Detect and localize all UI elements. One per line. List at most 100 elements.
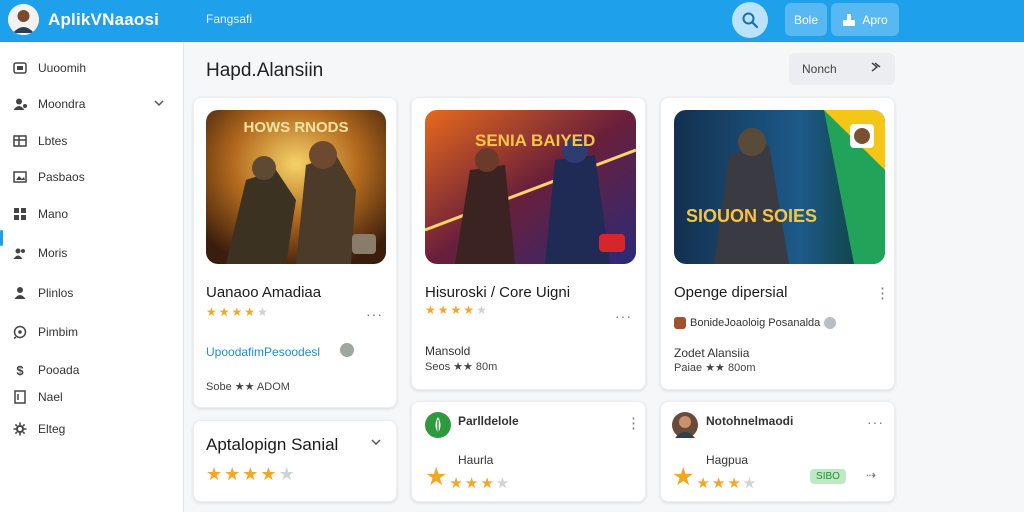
star-icon: ★ bbox=[727, 475, 741, 492]
people-icon bbox=[12, 245, 28, 261]
app-thumbnail[interactable]: SENIA BAIYED bbox=[425, 110, 636, 264]
sidebar-item-mano[interactable]: Mano bbox=[0, 202, 184, 226]
card-stats: Sobe ★★ ADOM bbox=[206, 381, 290, 393]
header-button-label: Bole bbox=[793, 12, 819, 27]
star-icon: ★ bbox=[242, 464, 259, 484]
star-icon: ★ bbox=[231, 305, 243, 319]
header-button-bole[interactable]: Bole bbox=[785, 3, 827, 36]
file-icon bbox=[12, 389, 28, 405]
sidebar-item-pimbim[interactable]: Pimbim bbox=[0, 320, 184, 344]
app-card[interactable]: HOWS RNODS Uanaoo Amadiaa ★ ★ ★ ★ ★ ··· Upoo… bbox=[193, 97, 397, 408]
brand-avatar[interactable] bbox=[8, 4, 39, 35]
chevron-down-icon[interactable] bbox=[370, 435, 382, 451]
rating-stars: ★ ★ ★ ★ ★ bbox=[425, 303, 487, 317]
header-button-apro[interactable]: Apro bbox=[831, 3, 899, 36]
app-title: Parlldelole bbox=[458, 414, 519, 428]
card-stats: Seos ★★ 80m bbox=[425, 361, 498, 373]
user-icon bbox=[12, 96, 28, 112]
more-options-icon[interactable]: ⋮ bbox=[626, 414, 642, 432]
sidebar-item-lbtes[interactable]: Lbtes bbox=[0, 129, 184, 153]
image-icon bbox=[12, 169, 28, 185]
card-title: Aptalopign Sanial bbox=[206, 435, 339, 454]
app-thumbnail[interactable]: HOWS RNODS bbox=[206, 110, 386, 264]
apps-icon bbox=[12, 206, 28, 222]
star-icon: ★ bbox=[696, 475, 710, 492]
star-icon: ★ bbox=[218, 305, 230, 319]
star-icon: ★ bbox=[463, 303, 475, 317]
dollar-icon: $ bbox=[16, 362, 24, 378]
sidebar-item-label: Moris bbox=[38, 246, 68, 260]
sidebar-item-label: Elteg bbox=[38, 422, 66, 436]
sidebar-item-label: Mano bbox=[38, 207, 69, 221]
sidebar-item-label: Uuoomih bbox=[38, 61, 87, 75]
chevron-down-icon[interactable] bbox=[153, 97, 165, 112]
upload-icon bbox=[843, 13, 856, 26]
thumb-text: SIOUON SOIES bbox=[686, 206, 817, 226]
app-card[interactable]: SIOUON SOIES Openge dipersial ⋮ BonideJo… bbox=[660, 97, 895, 390]
star-icon: ★ bbox=[495, 475, 510, 492]
star-icon: ★ bbox=[449, 475, 463, 492]
app-title: Notohnelmaodi bbox=[706, 414, 794, 428]
sidebar: Uuoomih Moondra Lbtes Pasbaos Mano Moris bbox=[0, 42, 184, 512]
developer-name: Mansold bbox=[425, 344, 471, 358]
star-icon: ★ bbox=[464, 475, 479, 492]
app-card[interactable]: SENIA BAIYED Hisuroski / Core Uigni ★ ★ ★ ★… bbox=[411, 97, 646, 390]
star-icon: ★ bbox=[711, 475, 726, 492]
star-icon: ★ bbox=[742, 475, 757, 492]
sidebar-item-plinlos[interactable]: Plinlos bbox=[0, 281, 184, 305]
share-icon[interactable]: ⇢ bbox=[866, 468, 877, 482]
sidebar-item-label: Pooada bbox=[38, 363, 80, 377]
sidebar-item-pasbaos[interactable]: Pasbaos bbox=[0, 165, 184, 189]
star-icon: ★ bbox=[476, 303, 487, 317]
sidebar-item-label: Nael bbox=[38, 390, 63, 404]
search-button[interactable] bbox=[732, 2, 768, 38]
app-card[interactable]: Parlldelole ⋮ Haurla ★ ★ ★ ★ ★ bbox=[411, 401, 646, 502]
more-options-icon[interactable]: ⋮ bbox=[875, 284, 891, 302]
star-icon: ★ bbox=[450, 303, 462, 317]
category-label: Zodet Alansiia bbox=[674, 346, 750, 360]
avatar bbox=[672, 412, 698, 438]
card-stats: Paiae ★★ 80om bbox=[674, 362, 756, 374]
more-options-icon[interactable]: ··· bbox=[615, 308, 632, 324]
thumb-text: HOWS RNODS bbox=[244, 119, 349, 136]
star-icon: ★ bbox=[480, 475, 494, 492]
sort-label: Nonch bbox=[802, 62, 837, 76]
box-icon bbox=[12, 60, 28, 76]
header-button-label: Apro bbox=[862, 12, 888, 27]
developer-link[interactable]: UpoodafimPesoodesl bbox=[206, 345, 320, 359]
star-icon: ★ bbox=[425, 463, 448, 491]
sidebar-item-uuoomih[interactable]: Uuoomih bbox=[0, 56, 184, 80]
rating-stars: ★ ★ ★ ★ ★ bbox=[425, 462, 509, 492]
app-icon bbox=[425, 412, 451, 438]
sidebar-item-elteg[interactable]: Elteg bbox=[0, 417, 184, 441]
more-options-icon[interactable]: ··· bbox=[366, 306, 383, 322]
sidebar-item-moondra[interactable]: Moondra bbox=[0, 92, 184, 116]
developer-name[interactable]: BonideJoaoloig Posanalda bbox=[690, 317, 820, 329]
nav-link[interactable]: Fangsafi bbox=[206, 12, 252, 26]
star-icon: ★ bbox=[257, 305, 268, 319]
sidebar-item-pooada[interactable]: $ Pooada bbox=[0, 358, 184, 382]
sidebar-item-label: Pimbim bbox=[38, 325, 79, 339]
more-options-icon[interactable]: ··· bbox=[867, 414, 884, 430]
gear-icon bbox=[12, 421, 28, 437]
page-title: Hapd.Alansiin bbox=[206, 60, 324, 81]
status-badge: SIBO bbox=[810, 469, 846, 484]
developer-row: BonideJoaoloig Posanalda bbox=[674, 317, 837, 329]
sidebar-item-moris[interactable]: Moris bbox=[0, 241, 184, 265]
app-title: Openge dipersial bbox=[674, 284, 788, 301]
collapsible-card[interactable]: Aptalopign Sanial ★ ★ ★ ★ ★ bbox=[193, 420, 397, 502]
sort-dropdown[interactable]: Nonch bbox=[789, 53, 895, 85]
app-card[interactable]: Notohnelmaodi ··· Hagpua ★ ★ ★ ★ ★ ⇢ bbox=[660, 401, 895, 502]
verified-icon bbox=[824, 317, 837, 329]
app-title: Hisuroski / Core Uigni bbox=[425, 284, 571, 301]
star-icon: ★ bbox=[206, 305, 217, 319]
sidebar-item-label: Moondra bbox=[38, 97, 86, 111]
avatar bbox=[340, 343, 354, 357]
star-icon: ★ bbox=[278, 464, 295, 484]
rating-stars: ★ ★ ★ ★ ★ bbox=[206, 305, 268, 319]
sidebar-item-nael[interactable]: Nael bbox=[0, 385, 184, 409]
person-icon bbox=[12, 285, 28, 301]
app-thumbnail[interactable]: SIOUON SOIES bbox=[674, 110, 885, 264]
rating-stars: ★ ★ ★ ★ ★ bbox=[672, 462, 756, 492]
star-icon: ★ bbox=[260, 464, 277, 484]
